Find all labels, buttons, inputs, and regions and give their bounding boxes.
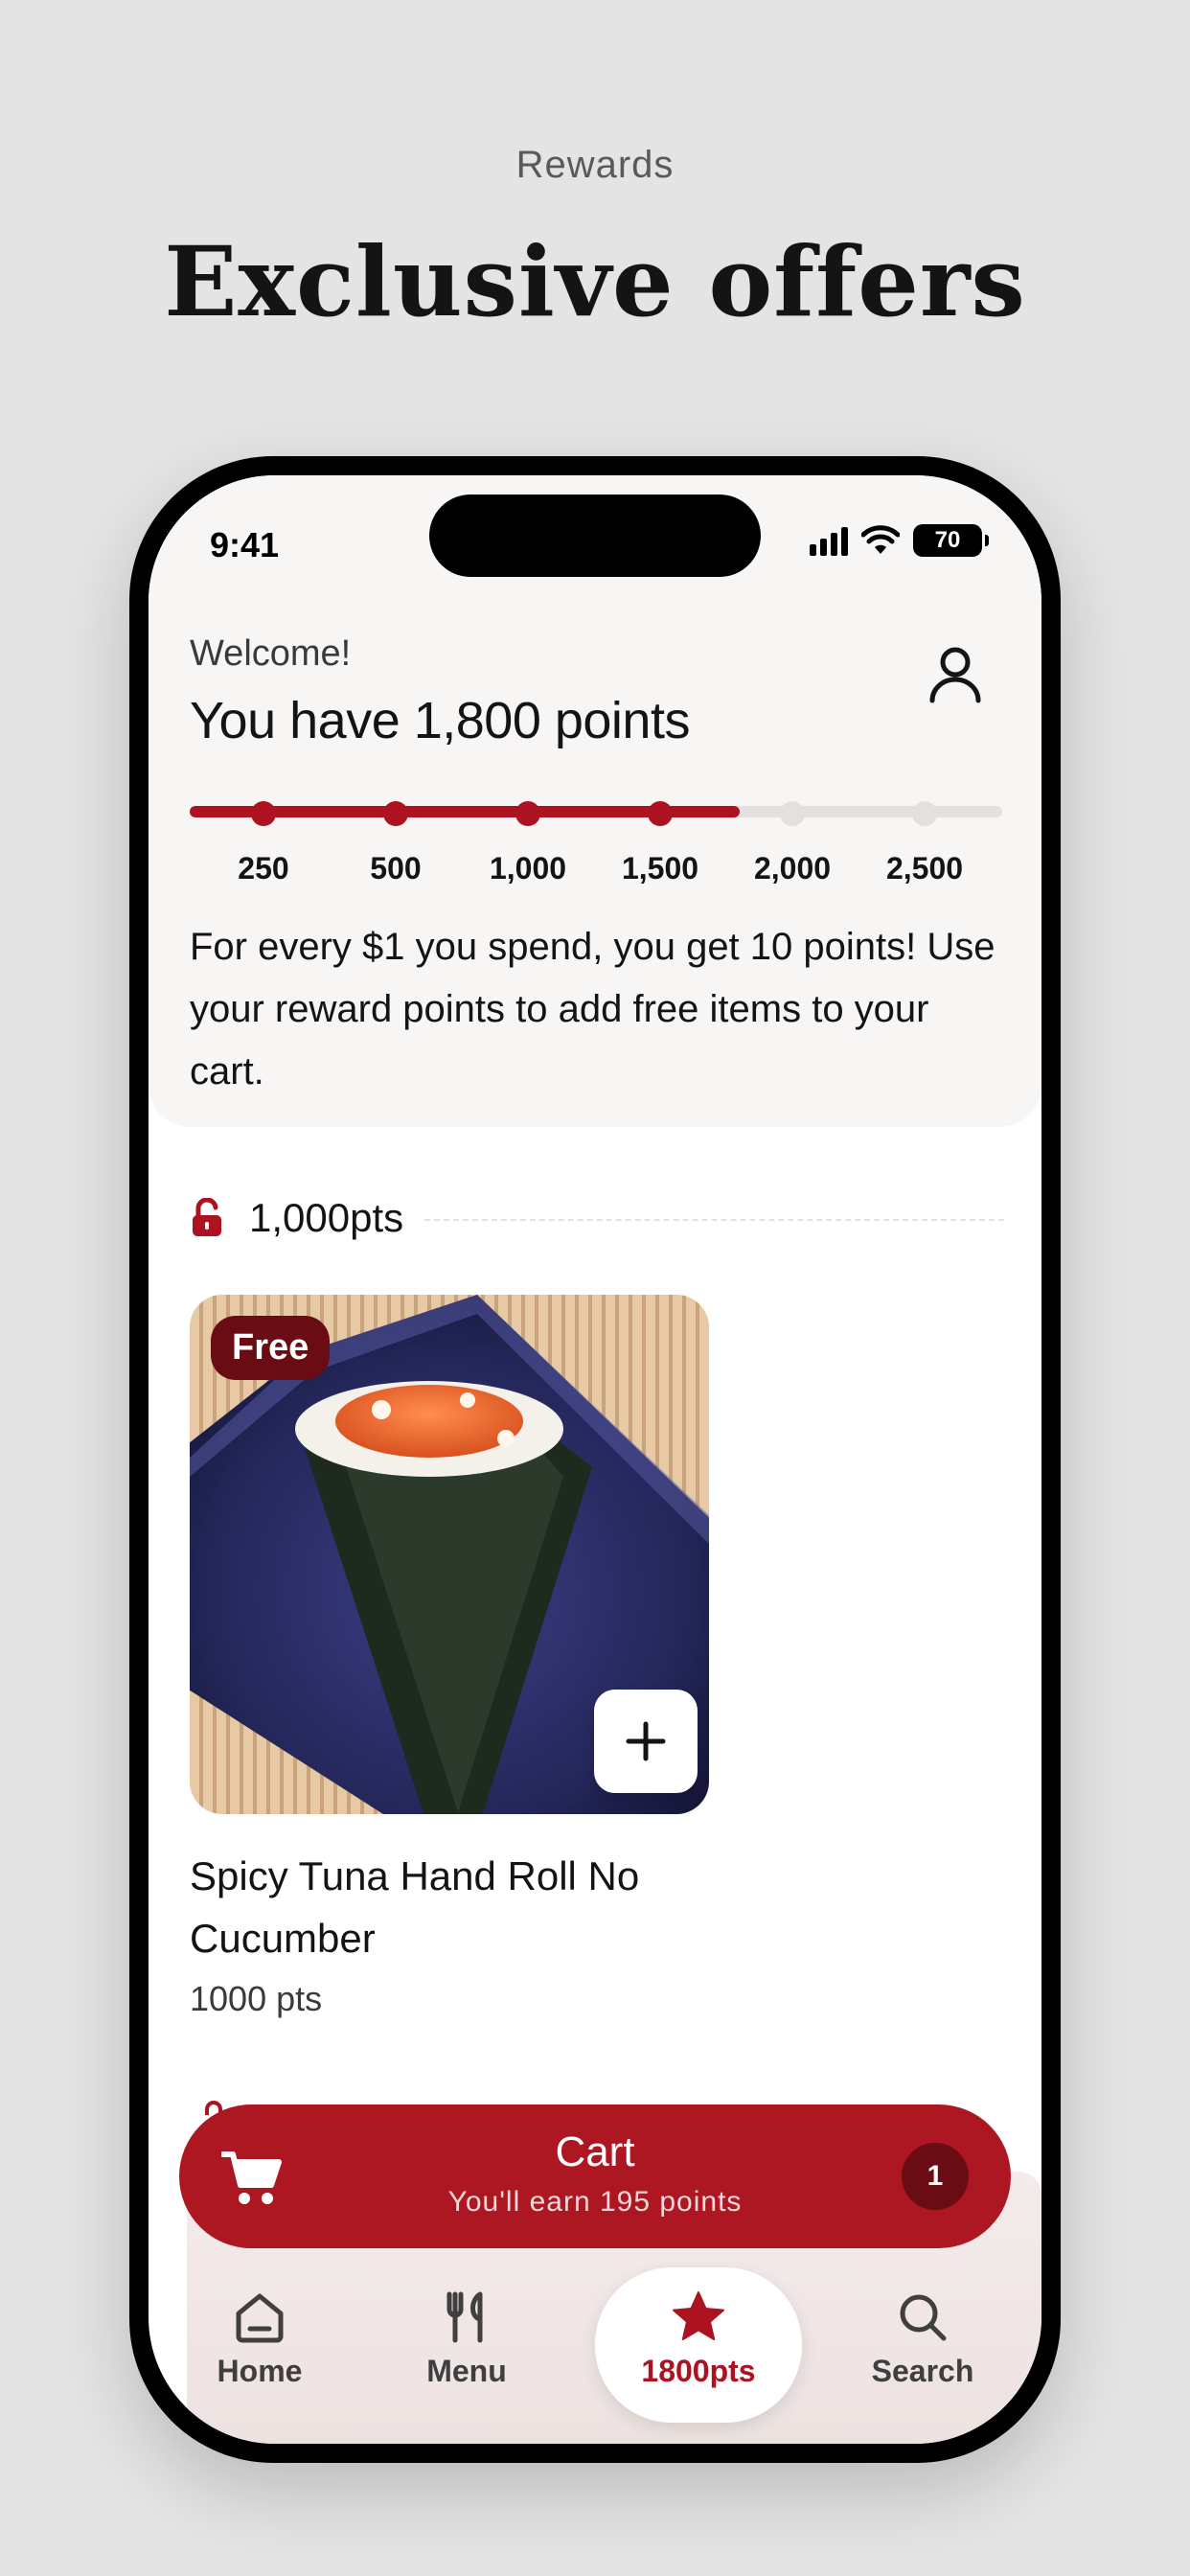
tab-rewards-label: 1800pts — [641, 2354, 756, 2388]
battery-icon: 70 — [913, 524, 989, 557]
milestone-dot — [912, 801, 937, 826]
tier-header: 1,000pts — [190, 1194, 1004, 1242]
reward-item-points: 1000 pts — [190, 1979, 323, 2018]
page-title: Exclusive offers — [164, 225, 1026, 338]
milestone-label: 1,500 — [621, 851, 699, 886]
points-progress-track — [190, 806, 1002, 817]
dynamic-island — [429, 494, 761, 577]
milestone-dot — [780, 801, 805, 826]
milestone-label: 500 — [370, 851, 422, 886]
tier-divider — [424, 1219, 1004, 1221]
milestone-label: 2,000 — [753, 851, 832, 886]
milestone-label: 250 — [238, 851, 289, 886]
milestone-dot — [648, 801, 673, 826]
cart-earn-points: You'll earn 195 points — [447, 2186, 743, 2218]
cart-title: Cart — [555, 2128, 635, 2175]
cart-text: Cart You'll earn 195 points — [179, 2126, 1011, 2225]
tab-search-label: Search — [871, 2354, 974, 2388]
status-time: 9:41 — [210, 525, 280, 564]
tab-menu-label: Menu — [426, 2354, 507, 2388]
milestone-label: 1,000 — [489, 851, 567, 886]
person-icon[interactable] — [927, 643, 984, 704]
home-icon — [236, 2293, 284, 2343]
points-heading: You have 1,800 points — [190, 692, 690, 749]
tab-menu[interactable]: Menu — [363, 2267, 570, 2421]
add-to-cart-button[interactable] — [594, 1690, 698, 1793]
milestone-label: 2,500 — [885, 851, 964, 886]
app-screen: 9:41 70 Welcome! You have 1,800 points 2… — [149, 475, 1041, 2444]
tab-search[interactable]: Search — [819, 2267, 1026, 2421]
milestone-dot — [515, 801, 540, 826]
welcome-text: Welcome! — [190, 633, 352, 674]
status-icons: 70 — [810, 521, 989, 560]
rewards-header: 9:41 70 Welcome! You have 1,800 points 2… — [149, 475, 1041, 1127]
reward-item-name: Spicy Tuna Hand Roll No Cucumber — [190, 1853, 640, 1961]
tab-bar: Home Menu 1800pts Search — [149, 2267, 1041, 2444]
tab-home-label: Home — [217, 2354, 303, 2388]
tier-label: 1,000pts — [249, 1195, 404, 1240]
reward-item-card[interactable]: Free Spicy Tuna Hand Roll No Cucumber 10… — [190, 1295, 709, 2019]
fork-knife-icon — [446, 2291, 483, 2343]
unlocked-lock-icon — [193, 1198, 221, 1236]
milestone-dot — [251, 801, 276, 826]
phone-frame: 9:41 70 Welcome! You have 1,800 points 2… — [129, 456, 1061, 2463]
plus-icon — [626, 1721, 666, 1761]
cart-button[interactable]: Cart You'll earn 195 points 1 — [179, 2104, 1011, 2248]
star-icon — [673, 2291, 724, 2340]
free-badge: Free — [211, 1316, 331, 1380]
page-eyebrow: Rewards — [515, 144, 675, 186]
search-icon — [900, 2294, 947, 2341]
cart-count-badge: 1 — [902, 2143, 969, 2210]
wifi-icon — [861, 525, 900, 554]
tab-rewards[interactable]: 1800pts — [595, 2267, 802, 2423]
points-info-text: For every $1 you spend, you get 10 point… — [190, 926, 995, 1092]
hand-roll-image[interactable]: Free — [190, 1295, 709, 1814]
signal-icon — [810, 525, 848, 556]
tab-home[interactable]: Home — [156, 2267, 363, 2421]
milestone-dot — [383, 801, 408, 826]
